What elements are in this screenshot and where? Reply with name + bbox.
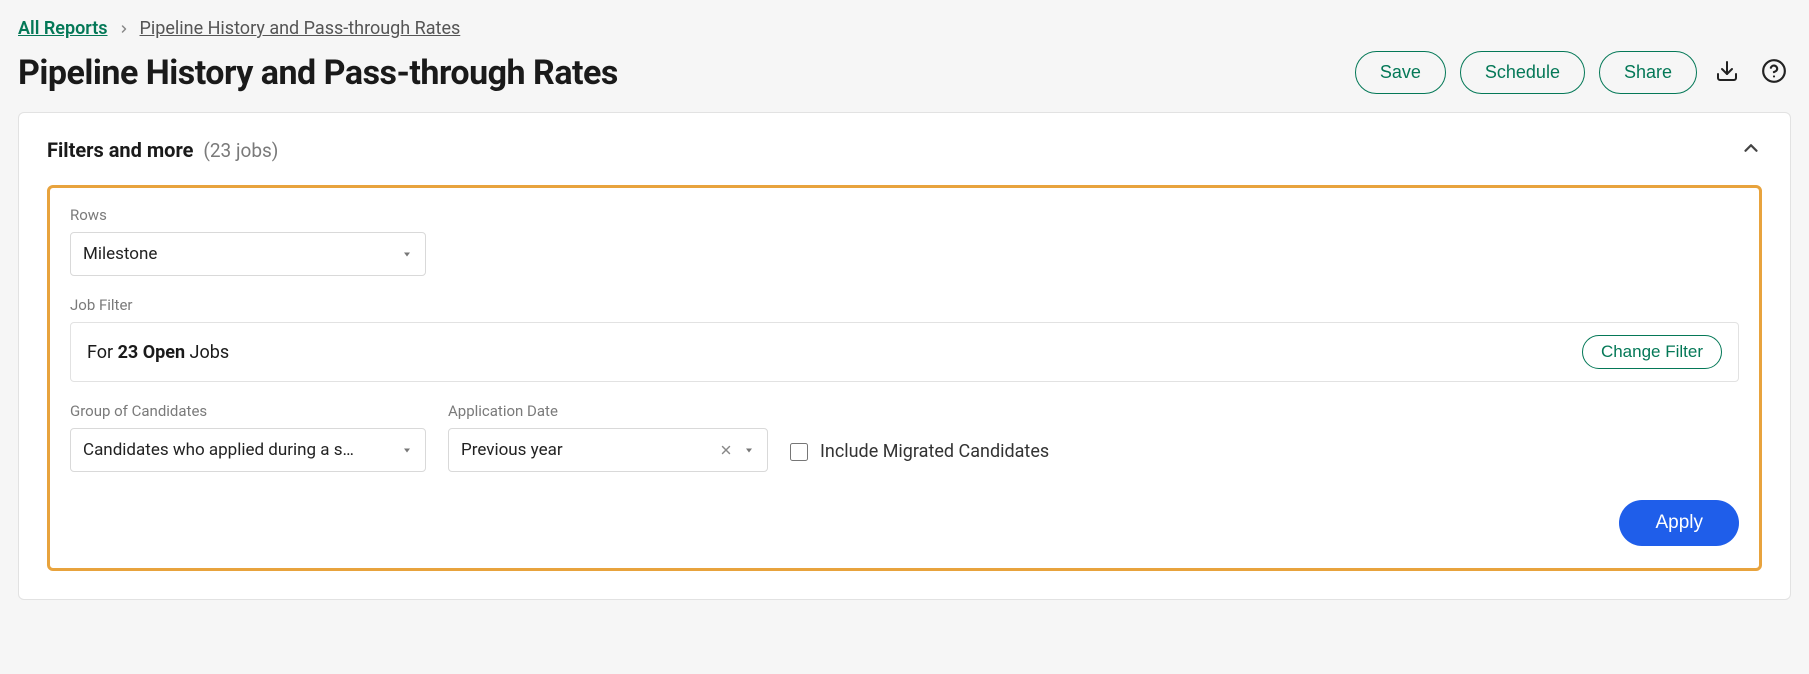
header-actions: Save Schedule Share <box>1355 51 1791 94</box>
rows-select[interactable]: Milestone <box>70 232 426 276</box>
job-filter-field: Job Filter For 23 Open Jobs Change Filte… <box>70 296 1739 382</box>
filters-panel-header[interactable]: Filters and more (23 jobs) <box>47 137 1762 163</box>
filters-row: Group of Candidates Candidates who appli… <box>70 402 1739 472</box>
caret-down-icon <box>401 248 413 260</box>
help-icon <box>1761 58 1787 87</box>
job-filter-text: For 23 Open Jobs <box>87 342 229 363</box>
group-field: Group of Candidates Candidates who appli… <box>70 402 426 472</box>
clear-icon[interactable] <box>719 443 733 457</box>
job-filter-bar: For 23 Open Jobs Change Filter <box>70 322 1739 382</box>
chevron-up-icon <box>1740 137 1762 163</box>
page-header: Pipeline History and Pass-through Rates … <box>18 51 1791 94</box>
apply-button[interactable]: Apply <box>1619 500 1739 546</box>
save-button[interactable]: Save <box>1355 51 1446 94</box>
help-button[interactable] <box>1757 54 1791 91</box>
breadcrumb: All Reports Pipeline History and Pass-th… <box>18 18 1791 39</box>
schedule-button[interactable]: Schedule <box>1460 51 1585 94</box>
rows-field: Rows Milestone <box>70 206 1739 276</box>
migrated-checkbox[interactable] <box>790 443 808 461</box>
migrated-label[interactable]: Include Migrated Candidates <box>820 441 1049 462</box>
group-select[interactable]: Candidates who applied during a s… <box>70 428 426 472</box>
rows-label: Rows <box>70 206 1739 224</box>
group-label: Group of Candidates <box>70 402 426 420</box>
app-date-field: Application Date Previous year <box>448 402 768 472</box>
app-date-label: Application Date <box>448 402 768 420</box>
filters-panel-subtitle: (23 jobs) <box>203 139 278 162</box>
job-filter-prefix: For <box>87 342 118 363</box>
apply-row: Apply <box>70 500 1739 546</box>
job-filter-bold: 23 Open <box>118 342 185 363</box>
group-select-value: Candidates who applied during a s… <box>83 440 354 460</box>
filters-highlight-box: Rows Milestone Job Filter For 23 Open Jo… <box>47 185 1762 571</box>
caret-down-icon <box>401 444 413 456</box>
app-date-select[interactable]: Previous year <box>448 428 768 472</box>
filters-panel: Filters and more (23 jobs) Rows Mileston… <box>18 112 1791 600</box>
share-button[interactable]: Share <box>1599 51 1697 94</box>
app-date-value: Previous year <box>461 440 563 460</box>
filters-panel-title: Filters and more <box>47 138 193 162</box>
caret-down-icon <box>743 444 755 456</box>
breadcrumb-root-link[interactable]: All Reports <box>18 18 108 39</box>
breadcrumb-current-link[interactable]: Pipeline History and Pass-through Rates <box>140 18 461 39</box>
download-icon <box>1715 59 1739 86</box>
chevron-right-icon <box>118 23 130 35</box>
job-filter-label: Job Filter <box>70 296 1739 314</box>
rows-select-value: Milestone <box>83 244 157 264</box>
page-title: Pipeline History and Pass-through Rates <box>18 53 618 93</box>
job-filter-suffix: Jobs <box>185 342 229 363</box>
change-filter-button[interactable]: Change Filter <box>1582 335 1722 369</box>
download-button[interactable] <box>1711 55 1743 90</box>
migrated-checkbox-wrap: Include Migrated Candidates <box>790 441 1049 472</box>
